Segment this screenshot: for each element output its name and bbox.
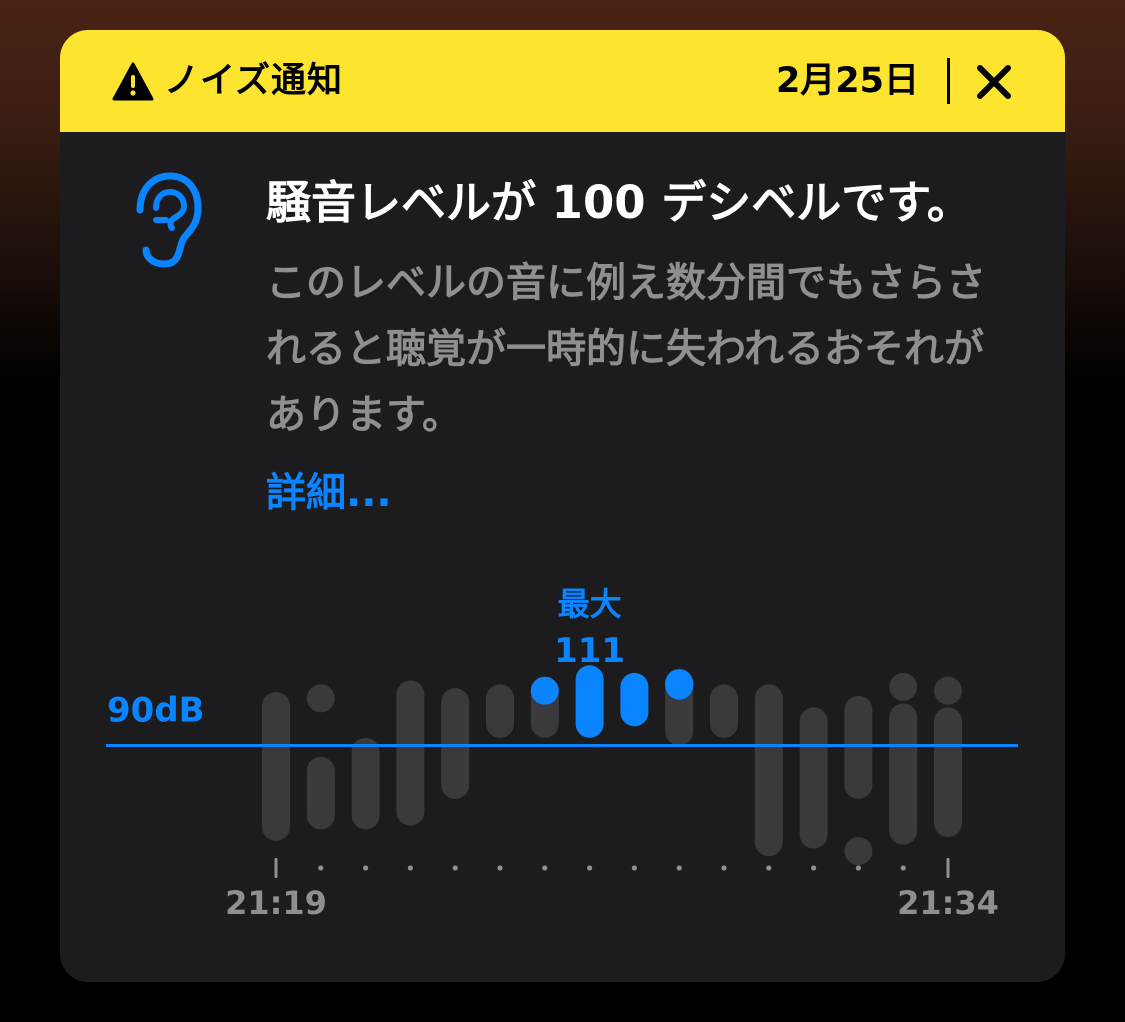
x-axis-dot <box>631 865 638 871</box>
chart-bar <box>306 756 335 830</box>
chart-bar-highlight <box>665 669 694 700</box>
chart-bar <box>844 837 873 866</box>
noise-notification-card[interactable]: ノイズ通知 2月25日 騒音レベルが 100 デシベルです。 このレベルの音に例… <box>60 30 1065 982</box>
max-label: 最大 <box>558 585 622 623</box>
x-axis-dot <box>855 865 862 871</box>
chart-bar <box>396 680 425 826</box>
x-axis-dot <box>900 865 906 871</box>
x-axis-dot <box>766 865 772 871</box>
chart-bar <box>710 684 738 738</box>
x-axis-dot <box>363 865 369 871</box>
chart-bar <box>351 737 380 830</box>
x-axis-dot <box>676 865 682 871</box>
chart-bar-highlight <box>530 676 559 705</box>
x-axis-start-label: 21:19 <box>225 884 327 922</box>
x-axis-dot <box>497 865 503 871</box>
max-value: 111 <box>554 631 625 671</box>
chart-bar <box>486 684 514 738</box>
chart-bar <box>441 688 470 799</box>
chart-bar <box>844 695 873 799</box>
chart-bar <box>306 684 335 713</box>
chart-bar <box>934 707 962 838</box>
x-axis-tick <box>946 858 950 878</box>
x-axis-dot <box>587 865 593 871</box>
x-axis-dot <box>452 865 458 871</box>
chart-bar <box>889 703 918 845</box>
x-axis-tick <box>274 858 278 878</box>
x-axis-dot <box>318 865 324 871</box>
chart-bar <box>620 672 649 727</box>
x-axis-dot <box>811 865 817 871</box>
threshold-label: 90dB <box>107 690 205 730</box>
x-axis-dot <box>542 865 548 871</box>
noise-level-chart: 90dB 最大 111 21:19 21:34 <box>106 585 1018 922</box>
chart-bar <box>889 672 918 701</box>
chart-bar <box>262 692 290 841</box>
chart-bar <box>799 707 828 849</box>
x-axis-end-label: 21:34 <box>897 884 999 922</box>
chart-bar <box>934 676 962 705</box>
chart-bar <box>754 684 783 857</box>
x-axis-dot <box>721 865 727 871</box>
x-axis-dot <box>407 865 413 871</box>
chart-bar <box>575 665 604 738</box>
